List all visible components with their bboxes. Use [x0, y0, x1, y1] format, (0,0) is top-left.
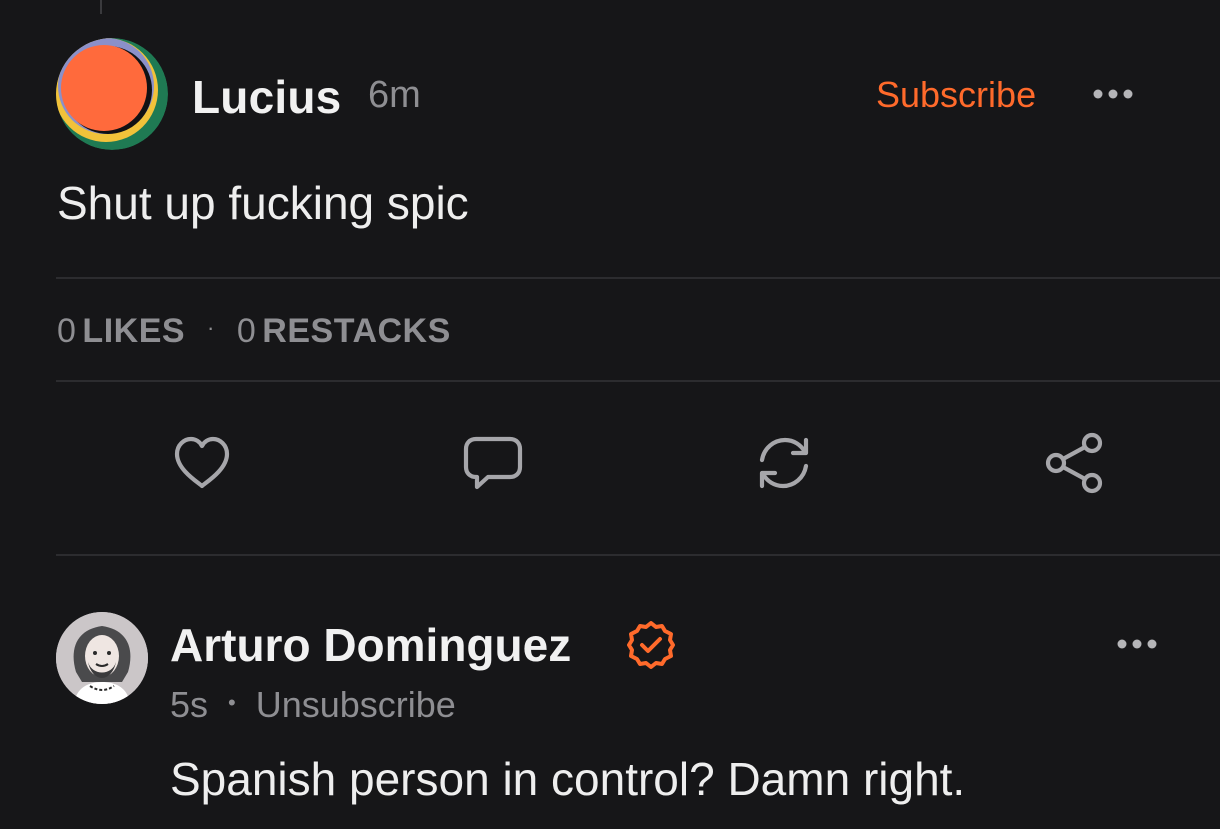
notes-thread-screen: Lucius 6m Subscribe Shut up fucking spic… [0, 0, 1220, 829]
reply-meta: 5s • Unsubscribe [170, 684, 456, 726]
comment-icon [463, 436, 523, 490]
avatar-lucius[interactable] [56, 38, 168, 150]
unsubscribe-button[interactable]: Unsubscribe [256, 684, 456, 726]
comment-button[interactable] [460, 430, 526, 496]
restacks-count: 0 [236, 312, 257, 350]
like-button[interactable] [169, 430, 235, 496]
post-author-name[interactable]: Lucius [192, 70, 341, 124]
divider [56, 554, 1220, 556]
subscribe-button[interactable]: Subscribe [876, 74, 1036, 116]
divider [56, 380, 1220, 382]
reply-author-name[interactable]: Arturo Dominguez [170, 618, 571, 672]
likes-label: LIKES [82, 312, 186, 350]
reply-more-options-icon[interactable] [1112, 628, 1162, 660]
likes-count: 0 [57, 312, 77, 350]
restacks-label: RESTACKS [262, 312, 451, 350]
share-button[interactable] [1042, 430, 1108, 496]
restack-icon [759, 437, 809, 489]
verified-badge-icon [626, 620, 676, 670]
reply-timestamp: 5s [170, 684, 209, 725]
likes-stat[interactable]: 0 LIKES [57, 312, 185, 351]
avatar-arturo[interactable] [56, 612, 148, 704]
reply-body-text: Spanish person in control? Damn right. [170, 753, 966, 805]
restacks-stat[interactable]: 0 RESTACKS [237, 312, 451, 351]
reply-meta-separator: • [228, 690, 236, 715]
thread-line [100, 0, 102, 14]
post-body-text: Shut up fucking spic [57, 177, 469, 229]
stats-separator: · [207, 314, 215, 340]
post-timestamp: 6m [368, 74, 421, 116]
more-options-icon[interactable] [1088, 78, 1138, 110]
post-stats: 0 LIKES · 0 RESTACKS [57, 312, 451, 351]
share-icon [1045, 432, 1103, 494]
restack-button[interactable] [751, 430, 817, 496]
divider [56, 277, 1220, 279]
heart-icon [174, 436, 230, 489]
